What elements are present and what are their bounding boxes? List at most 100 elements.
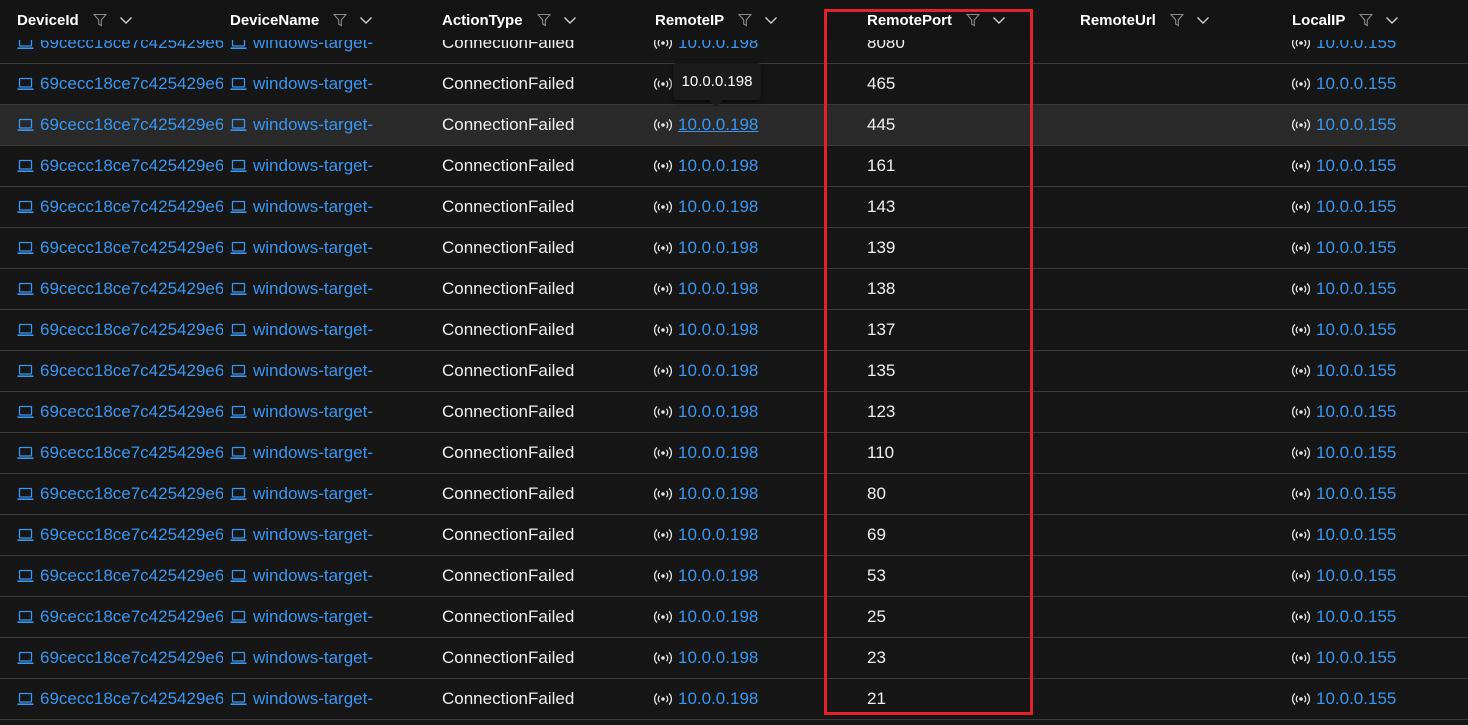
table-body[interactable]: 69cecc18ce7c425429e6 windows-target- Conne… <box>0 40 1468 725</box>
table-row[interactable]: 69cecc18ce7c425429e6 windows-target- Conne… <box>0 515 1468 556</box>
filter-icon[interactable] <box>92 13 107 27</box>
cell-link[interactable]: 10.0.0.155 <box>1316 238 1396 258</box>
cell-link[interactable]: 10.0.0.198 <box>678 279 758 299</box>
table-row[interactable]: 69cecc18ce7c425429e6 windows-target- Conne… <box>0 105 1468 146</box>
chevron-down-icon[interactable] <box>563 13 577 27</box>
cell-link[interactable]: 10.0.0.155 <box>1316 443 1396 463</box>
column-header-action-type[interactable]: ActionType <box>442 0 577 40</box>
cell-link[interactable]: 69cecc18ce7c425429e6 <box>40 40 223 53</box>
cell-link[interactable]: 69cecc18ce7c425429e6 <box>40 238 223 258</box>
filter-icon[interactable] <box>737 13 753 27</box>
cell-link[interactable]: 10.0.0.155 <box>1316 156 1396 176</box>
cell-link[interactable]: 10.0.0.198 <box>678 648 758 668</box>
column-header-device-id[interactable]: DeviceId <box>17 0 133 40</box>
cell-link[interactable]: 10.0.0.155 <box>1316 74 1396 94</box>
cell-link[interactable]: 10.0.0.198 <box>678 525 758 545</box>
filter-icon[interactable] <box>1359 13 1374 27</box>
cell-link[interactable]: 10.0.0.155 <box>1316 361 1396 381</box>
cell-link[interactable]: 69cecc18ce7c425429e6 <box>40 607 223 627</box>
cell-link[interactable]: windows-target- <box>253 402 373 422</box>
cell-link[interactable]: 69cecc18ce7c425429e6 <box>40 197 223 217</box>
cell-link[interactable]: 69cecc18ce7c425429e6 <box>40 525 223 545</box>
table-row[interactable]: 69cecc18ce7c425429e6 windows-target- Conne… <box>0 556 1468 597</box>
cell-link[interactable]: 10.0.0.155 <box>1316 484 1396 504</box>
cell-link[interactable]: 69cecc18ce7c425429e6 <box>40 566 223 586</box>
table-row[interactable]: 69cecc18ce7c425429e6 windows-target- Conne… <box>0 679 1468 720</box>
table-row[interactable]: 69cecc18ce7c425429e6 windows-target- Conne… <box>0 269 1468 310</box>
cell-link[interactable]: 10.0.0.198 <box>678 197 758 217</box>
chevron-down-icon[interactable] <box>359 13 373 27</box>
cell-link[interactable]: 10.0.0.155 <box>1316 115 1396 135</box>
cell-link[interactable]: 69cecc18ce7c425429e6 <box>40 402 223 422</box>
column-header-remote-port[interactable]: RemotePort <box>867 0 1006 40</box>
cell-link[interactable]: 10.0.0.155 <box>1316 648 1396 668</box>
cell-link[interactable]: 10.0.0.198 <box>678 115 758 135</box>
table-row[interactable]: 69cecc18ce7c425429e6 windows-target- Conne… <box>0 433 1468 474</box>
cell-link[interactable]: windows-target- <box>253 156 373 176</box>
cell-link[interactable]: 10.0.0.155 <box>1316 607 1396 627</box>
filter-icon[interactable] <box>1169 13 1185 27</box>
cell-link[interactable]: 69cecc18ce7c425429e6 <box>40 361 223 381</box>
cell-link[interactable]: windows-target- <box>253 566 373 586</box>
cell-link[interactable]: windows-target- <box>253 279 373 299</box>
cell-link[interactable]: windows-target- <box>253 607 373 627</box>
cell-link[interactable]: 69cecc18ce7c425429e6 <box>40 115 223 135</box>
cell-link[interactable]: 10.0.0.198 <box>678 156 758 176</box>
cell-link[interactable]: 10.0.0.198 <box>678 238 758 258</box>
chevron-down-icon[interactable] <box>992 13 1006 27</box>
cell-link[interactable]: windows-target- <box>253 525 373 545</box>
table-row[interactable]: 69cecc18ce7c425429e6 windows-target- Conne… <box>0 310 1468 351</box>
cell-link[interactable]: windows-target- <box>253 648 373 668</box>
cell-link[interactable]: 10.0.0.198 <box>678 484 758 504</box>
table-row[interactable]: 69cecc18ce7c425429e6 windows-target- Conne… <box>0 146 1468 187</box>
table-row[interactable]: 69cecc18ce7c425429e6 windows-target- Conne… <box>0 638 1468 679</box>
chevron-down-icon[interactable] <box>764 13 778 27</box>
filter-icon[interactable] <box>965 13 981 27</box>
cell-link[interactable]: 10.0.0.155 <box>1316 40 1396 53</box>
cell-link[interactable]: 10.0.0.198 <box>678 402 758 422</box>
cell-link[interactable]: 10.0.0.155 <box>1316 566 1396 586</box>
cell-link[interactable]: 69cecc18ce7c425429e6 <box>40 648 223 668</box>
cell-link[interactable]: windows-target- <box>253 689 373 709</box>
table-row[interactable]: 69cecc18ce7c425429e6 windows-target- Conne… <box>0 351 1468 392</box>
cell-link[interactable]: 10.0.0.155 <box>1316 402 1396 422</box>
cell-link[interactable]: 10.0.0.198 <box>678 320 758 340</box>
cell-link[interactable]: 10.0.0.198 <box>678 443 758 463</box>
chevron-down-icon[interactable] <box>1196 13 1210 27</box>
cell-link[interactable]: 10.0.0.198 <box>678 566 758 586</box>
filter-icon[interactable] <box>333 13 348 27</box>
column-header-device-name[interactable]: DeviceName <box>230 0 373 40</box>
chevron-down-icon[interactable] <box>119 13 133 27</box>
filter-icon[interactable] <box>536 13 551 27</box>
cell-link[interactable]: windows-target- <box>253 115 373 135</box>
table-row[interactable]: 69cecc18ce7c425429e6 windows-target- Conne… <box>0 392 1468 433</box>
cell-link[interactable]: 10.0.0.198 <box>678 361 758 381</box>
cell-link[interactable]: 10.0.0.155 <box>1316 197 1396 217</box>
cell-link[interactable]: 10.0.0.198 <box>678 40 758 53</box>
cell-link[interactable]: windows-target- <box>253 74 373 94</box>
cell-link[interactable]: 10.0.0.155 <box>1316 525 1396 545</box>
cell-link[interactable]: windows-target- <box>253 484 373 504</box>
cell-link[interactable]: 69cecc18ce7c425429e6 <box>40 156 223 176</box>
cell-link[interactable]: 69cecc18ce7c425429e6 <box>40 279 223 299</box>
cell-link[interactable]: 69cecc18ce7c425429e6 <box>40 74 223 94</box>
column-header-local-ip[interactable]: LocalIP <box>1292 0 1399 40</box>
cell-link[interactable]: 69cecc18ce7c425429e6 <box>40 484 223 504</box>
table-row[interactable]: 69cecc18ce7c425429e6 windows-target- Conne… <box>0 474 1468 515</box>
cell-link[interactable]: 10.0.0.155 <box>1316 279 1396 299</box>
column-header-remote-url[interactable]: RemoteUrl <box>1080 0 1210 40</box>
cell-link[interactable]: 10.0.0.198 <box>678 689 758 709</box>
column-header-remote-ip[interactable]: RemoteIP <box>655 0 778 40</box>
table-row[interactable]: 69cecc18ce7c425429e6 windows-target- Conne… <box>0 228 1468 269</box>
table-row[interactable]: 69cecc18ce7c425429e6 windows-target- Conne… <box>0 597 1468 638</box>
chevron-down-icon[interactable] <box>1385 13 1399 27</box>
cell-link[interactable]: windows-target- <box>253 361 373 381</box>
cell-link[interactable]: 69cecc18ce7c425429e6 <box>40 689 223 709</box>
cell-link[interactable]: windows-target- <box>253 40 373 53</box>
cell-link[interactable]: windows-target- <box>253 443 373 463</box>
cell-link[interactable]: 69cecc18ce7c425429e6 <box>40 320 223 340</box>
cell-link[interactable]: 10.0.0.155 <box>1316 320 1396 340</box>
cell-link[interactable]: windows-target- <box>253 238 373 258</box>
cell-link[interactable]: 69cecc18ce7c425429e6 <box>40 443 223 463</box>
table-row[interactable]: 69cecc18ce7c425429e6 windows-target- Conne… <box>0 187 1468 228</box>
